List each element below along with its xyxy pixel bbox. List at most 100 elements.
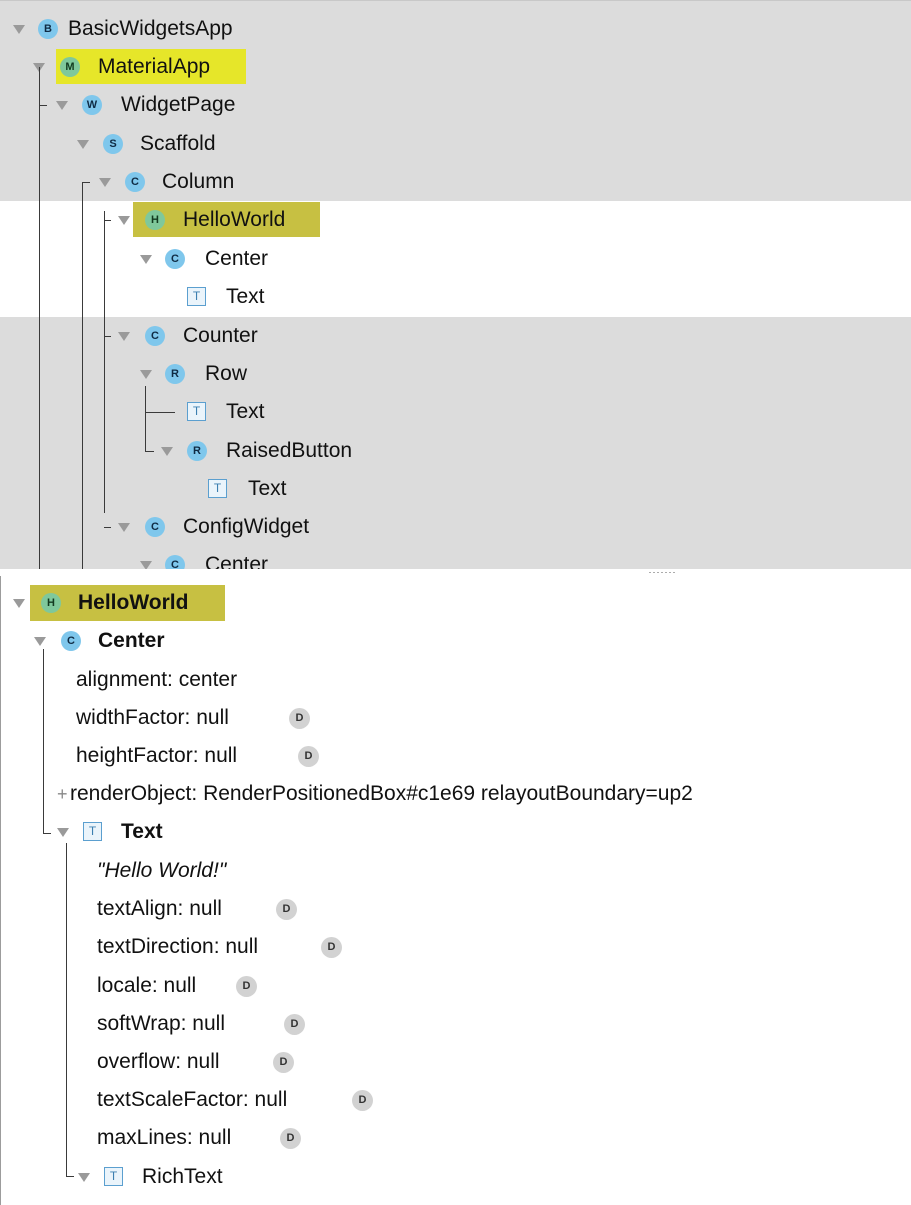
tree-node-materialapp[interactable]: M MaterialApp [0, 48, 911, 86]
tree-node-counter[interactable]: C Counter [0, 317, 911, 355]
property-overflow: overflow: null [97, 1050, 220, 1073]
property-row[interactable]: widthFactor: null D [1, 699, 911, 737]
tree-connector-line [43, 833, 51, 834]
expand-arrow-icon[interactable] [56, 101, 68, 110]
tree-node-scaffold[interactable]: S Scaffold [0, 125, 911, 163]
widget-type-badge: C [165, 249, 185, 269]
tree-node-label: BasicWidgetsApp [68, 17, 233, 40]
property-row[interactable]: softWrap: null D [1, 1005, 911, 1043]
tree-connector-line [82, 182, 83, 569]
property-row[interactable]: textDirection: null D [1, 928, 911, 966]
expand-arrow-icon[interactable] [13, 25, 25, 34]
tree-node-label: Text [226, 285, 265, 308]
property-row[interactable]: overflow: null D [1, 1043, 911, 1081]
widget-tree-panel[interactable]: B BasicWidgetsApp M MaterialApp W Widget… [0, 0, 911, 569]
details-node-text[interactable]: T Text [1, 813, 911, 851]
details-node-richtext[interactable]: T RichText [1, 1158, 911, 1196]
widget-type-badge: C [145, 326, 165, 346]
default-value-badge: D [321, 937, 342, 958]
expand-arrow-icon[interactable] [118, 523, 130, 532]
tree-node-raisedbutton[interactable]: R RaisedButton [0, 432, 911, 470]
expand-arrow-icon[interactable] [161, 447, 173, 456]
details-node-label: HelloWorld [78, 591, 189, 614]
expand-arrow-icon[interactable] [118, 216, 130, 225]
widget-type-badge: W [82, 95, 102, 115]
tree-node-configwidget[interactable]: C ConfigWidget [0, 508, 911, 546]
text-widget-icon: T [104, 1167, 123, 1186]
widget-type-badge: H [145, 210, 165, 230]
text-widget-icon: T [208, 479, 227, 498]
property-row[interactable]: textAlign: null D [1, 890, 911, 928]
default-value-badge: D [273, 1052, 294, 1073]
tree-node-text[interactable]: T Text [0, 470, 911, 508]
default-value-badge: D [284, 1014, 305, 1035]
tree-node-label: ConfigWidget [183, 515, 310, 538]
tree-connector-line [145, 386, 146, 452]
tree-connector-line [145, 451, 154, 452]
expand-arrow-icon[interactable] [140, 370, 152, 379]
tree-connector-line [104, 336, 111, 337]
property-alignment: alignment: center [76, 668, 238, 691]
expand-arrow-icon[interactable] [13, 599, 25, 608]
tree-connector-line [43, 649, 44, 834]
tree-node-label: RaisedButton [226, 439, 353, 462]
text-widget-icon: T [187, 287, 206, 306]
tree-node-text[interactable]: T Text [0, 278, 911, 316]
tree-node-label: Scaffold [140, 132, 216, 155]
tree-node-basicwidgetsapp[interactable]: B BasicWidgetsApp [0, 10, 911, 48]
tree-node-widgetpage[interactable]: W WidgetPage [0, 86, 911, 124]
tree-node-label: Text [226, 400, 265, 423]
property-textdirection: textDirection: null [97, 935, 259, 958]
expand-arrow-icon[interactable] [140, 561, 152, 569]
details-node-center[interactable]: C Center [1, 622, 911, 660]
widget-type-badge: S [103, 134, 123, 154]
property-maxlines: maxLines: null [97, 1126, 232, 1149]
property-row[interactable]: maxLines: null D [1, 1119, 911, 1157]
tree-node-label: Center [205, 553, 269, 569]
widget-type-badge: B [38, 19, 58, 39]
property-widthfactor: widthFactor: null [76, 706, 229, 729]
expand-arrow-icon[interactable] [34, 637, 46, 646]
panel-splitter[interactable] [0, 569, 911, 576]
property-softwrap: softWrap: null [97, 1012, 225, 1035]
default-value-badge: D [352, 1090, 373, 1111]
tree-node-label: MaterialApp [98, 55, 211, 78]
property-row[interactable]: alignment: center [1, 661, 911, 699]
widget-type-badge: H [41, 593, 61, 613]
default-value-badge: D [289, 708, 310, 729]
splitter-grip-icon[interactable] [648, 571, 676, 574]
default-value-badge: D [276, 899, 297, 920]
expand-arrow-icon[interactable] [99, 178, 111, 187]
text-data-value: "Hello World!" [97, 859, 227, 882]
tree-node-label: Text [248, 477, 287, 500]
tree-node-label: Row [205, 362, 248, 385]
tree-connector-line [66, 1176, 74, 1177]
default-value-badge: D [236, 976, 257, 997]
property-row[interactable]: heightFactor: null D [1, 737, 911, 775]
property-row[interactable]: textScaleFactor: null D [1, 1081, 911, 1119]
widget-type-badge: C [61, 631, 81, 651]
tree-node-text[interactable]: T Text [0, 393, 911, 431]
tree-node-helloworld[interactable]: H HelloWorld [0, 201, 911, 239]
expand-arrow-icon[interactable] [140, 255, 152, 264]
tree-node-row[interactable]: R Row [0, 355, 911, 393]
tree-connector-line [104, 527, 111, 528]
widget-type-badge: C [165, 555, 185, 569]
tree-node-center[interactable]: C Center [0, 546, 911, 569]
widget-details-panel[interactable]: H HelloWorld C Center alignment: center … [0, 576, 911, 1205]
details-node-label: Center [98, 629, 165, 652]
expand-plus-icon[interactable]: + [57, 781, 68, 807]
property-textscalefactor: textScaleFactor: null [97, 1088, 288, 1111]
default-value-badge: D [280, 1128, 301, 1149]
expand-arrow-icon[interactable] [78, 1173, 90, 1182]
tree-node-column[interactable]: C Column [0, 163, 911, 201]
expand-arrow-icon[interactable] [57, 828, 69, 837]
render-object-row[interactable]: + renderObject: RenderPositionedBox#c1e6… [1, 775, 911, 813]
expand-arrow-icon[interactable] [77, 140, 89, 149]
property-row[interactable]: "Hello World!" [1, 852, 911, 890]
details-node-helloworld[interactable]: H HelloWorld [1, 584, 911, 622]
tree-connector-line [145, 412, 175, 413]
tree-node-center[interactable]: C Center [0, 240, 911, 278]
expand-arrow-icon[interactable] [118, 332, 130, 341]
property-row[interactable]: locale: null D [1, 967, 911, 1005]
